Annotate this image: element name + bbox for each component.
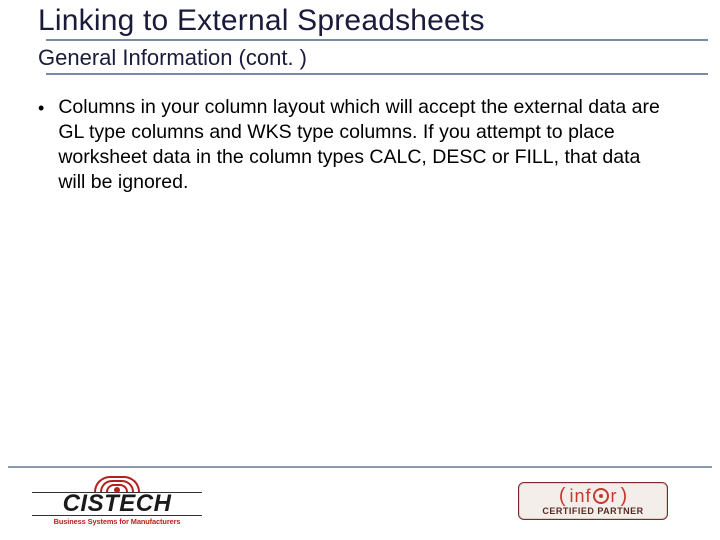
infor-logo-icon: ( i n f r ) bbox=[519, 487, 667, 505]
slide-subtitle: General Information (cont. ) bbox=[38, 45, 720, 71]
slide: Linking to External Spreadsheets General… bbox=[0, 0, 720, 540]
body-area: • Columns in your column layout which wi… bbox=[0, 75, 720, 195]
cistech-logo: CISTECH Business Systems for Manufacture… bbox=[32, 474, 202, 526]
cistech-wordmark: CISTECH bbox=[32, 492, 202, 516]
infor-badge: ( i n f r ) CERTIFIED PARTNER bbox=[518, 482, 668, 520]
cistech-arc-icon bbox=[89, 474, 145, 494]
title-block: Linking to External Spreadsheets General… bbox=[0, 0, 720, 75]
infor-o-icon bbox=[593, 488, 609, 504]
cistech-tagline: Business Systems for Manufacturers bbox=[32, 517, 202, 526]
footer-divider bbox=[8, 466, 712, 468]
bullet-marker-icon: • bbox=[38, 95, 44, 121]
bullet-text: Columns in your column layout which will… bbox=[58, 95, 668, 195]
bullet-item: • Columns in your column layout which wi… bbox=[38, 95, 668, 195]
slide-title: Linking to External Spreadsheets bbox=[38, 4, 720, 38]
title-underline bbox=[46, 39, 708, 41]
infor-subtext: CERTIFIED PARTNER bbox=[519, 506, 667, 516]
